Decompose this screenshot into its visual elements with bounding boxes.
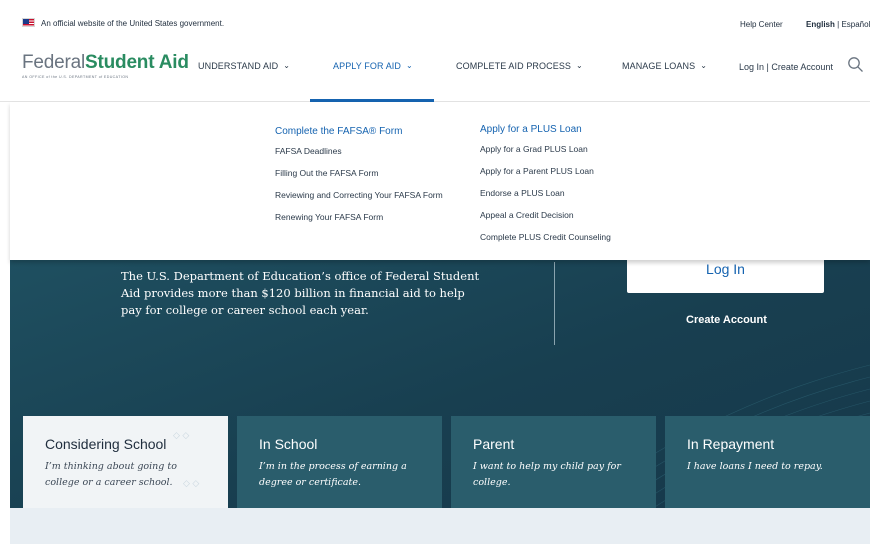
chevron-down-icon: ⌄ <box>576 61 583 70</box>
nav-understand-aid-label: UNDERSTAND AID <box>198 61 279 71</box>
header-create-account-link[interactable]: Create Account <box>771 62 833 72</box>
logo-tagline: AN OFFICE of the U.S. DEPARTMENT of EDUC… <box>22 75 129 79</box>
header-login-link[interactable]: Log In <box>739 62 764 72</box>
dropdown-plus-heading[interactable]: Apply for a PLUS Loan <box>480 124 611 135</box>
official-website-text: An official website of the United States… <box>41 19 225 28</box>
dropdown-plus-column: Apply for a PLUS Loan Apply for a Grad P… <box>480 124 611 254</box>
nav-apply-for-aid[interactable]: APPLY FOR AID ⌄ <box>333 61 413 71</box>
hero-create-account-link[interactable]: Create Account <box>686 314 767 326</box>
dropdown-link[interactable]: FAFSA Deadlines <box>275 146 443 156</box>
dropdown-fafsa-column: Complete the FAFSA® Form FAFSA Deadlines… <box>275 126 443 234</box>
nav-complete-aid-process[interactable]: COMPLETE AID PROCESS ⌄ <box>456 61 583 71</box>
dropdown-link[interactable]: Apply for a Grad PLUS Loan <box>480 144 611 154</box>
nav-understand-aid[interactable]: UNDERSTAND AID ⌄ <box>198 61 290 71</box>
dropdown-link[interactable]: Complete PLUS Credit Counseling <box>480 232 611 242</box>
chevron-down-icon: ⌄ <box>700 61 708 70</box>
dropdown-link[interactable]: Endorse a PLUS Loan <box>480 188 611 198</box>
hero-divider <box>554 262 555 345</box>
chevron-down-icon: ⌄ <box>283 61 291 70</box>
dropdown-link[interactable]: Reviewing and Correcting Your FAFSA Form <box>275 190 443 200</box>
hero-description: The U.S. Department of Education’s offic… <box>121 269 480 317</box>
logo-student-aid: Student Aid <box>85 52 189 73</box>
card-parent[interactable]: Parent I want to help my child pay for c… <box>451 416 656 508</box>
dropdown-link[interactable]: Apply for a Parent PLUS Loan <box>480 166 611 176</box>
card-title: In School <box>259 436 318 452</box>
search-icon[interactable] <box>847 56 864 73</box>
language-switcher: English | Español <box>806 20 870 29</box>
dropdown-fafsa-heading[interactable]: Complete the FAFSA® Form <box>275 126 443 137</box>
card-title: In Repayment <box>687 436 775 452</box>
card-title: Parent <box>473 436 515 452</box>
card-considering-school[interactable]: ◇ ◇ ◇ ◇ Considering School I’m thinking … <box>23 416 228 508</box>
english-link[interactable]: English <box>806 20 835 29</box>
card-description: I have loans I need to repay. <box>687 461 823 472</box>
header-link-divider: | <box>766 62 769 72</box>
nav-apply-for-aid-label: APPLY FOR AID <box>333 61 401 71</box>
card-in-repayment[interactable]: In Repayment I have loans I need to repa… <box>665 416 870 508</box>
header-account-links: Log In | Create Account <box>739 62 833 72</box>
us-flag-icon <box>22 18 35 27</box>
decor-pattern: ◇ ◇ <box>183 478 200 488</box>
logo-federal: Federal <box>22 52 86 73</box>
card-description: I want to help my child pay for college. <box>473 461 621 488</box>
dropdown-link[interactable]: Appeal a Credit Decision <box>480 210 611 220</box>
chevron-down-icon: ⌄ <box>406 61 413 70</box>
nav-manage-loans-label: MANAGE LOANS <box>622 61 696 71</box>
dropdown-link[interactable]: Renewing Your FAFSA Form <box>275 212 443 222</box>
help-center-link[interactable]: Help Center <box>740 20 783 29</box>
language-separator: | <box>837 20 840 29</box>
decor-pattern: ◇ ◇ <box>173 430 190 440</box>
nav-manage-loans[interactable]: MANAGE LOANS ⌄ <box>622 61 707 71</box>
card-description: I’m in the process of earning a degree o… <box>259 461 407 488</box>
apply-for-aid-dropdown: Complete the FAFSA® Form FAFSA Deadlines… <box>10 102 870 260</box>
bottom-section <box>10 508 870 544</box>
espanol-link[interactable]: Español <box>841 20 870 29</box>
card-description: I’m thinking about going to college or a… <box>45 461 177 488</box>
card-title: Considering School <box>45 436 167 452</box>
fsa-logo[interactable]: FederalStudent Aid AN OFFICE of the U.S.… <box>22 52 189 79</box>
site-header: FederalStudent Aid AN OFFICE of the U.S.… <box>0 32 870 102</box>
gov-banner: An official website of the United States… <box>0 0 870 32</box>
dropdown-link[interactable]: Filling Out the FAFSA Form <box>275 168 443 178</box>
nav-complete-aid-process-label: COMPLETE AID PROCESS <box>456 61 572 71</box>
card-in-school[interactable]: In School I’m in the process of earning … <box>237 416 442 508</box>
